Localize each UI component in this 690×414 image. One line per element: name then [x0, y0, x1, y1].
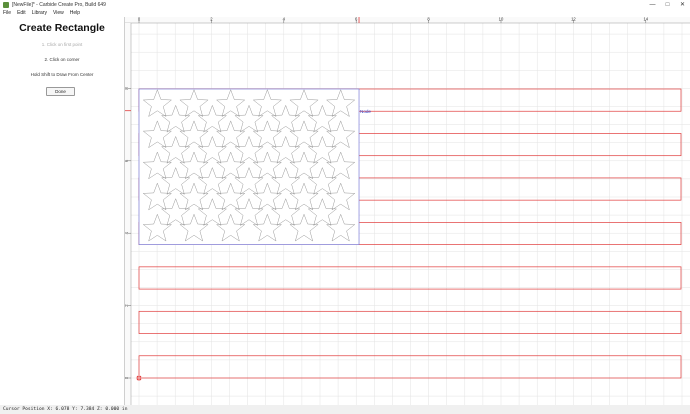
shift-hint: Hold Shift to Draw From Center — [30, 72, 94, 77]
minimize-button[interactable]: — — [645, 0, 660, 9]
maximize-button[interactable]: □ — [660, 0, 675, 9]
app-icon — [3, 1, 9, 8]
top-ruler[interactable]: 0 2 4 6 8 10 12 14 — [125, 17, 690, 24]
menu-bar: File Edit Library View Help — [0, 9, 690, 17]
flag-canton[interactable] — [138, 88, 360, 245]
tool-panel: Create Rectangle 1. Click on first point… — [0, 17, 124, 405]
design-canvas[interactable]: 02468101214 86420 Node — [125, 17, 690, 405]
menu-help[interactable]: Help — [70, 10, 80, 16]
done-button[interactable]: Done — [46, 87, 75, 96]
panel-title: Create Rectangle — [19, 22, 105, 34]
window-title: [NewFile]* - Carbide Create Pro, Build 6… — [12, 1, 106, 8]
step-first-point: 1. Click on first point — [41, 42, 83, 47]
x-tick-label: 12 — [571, 17, 576, 22]
menu-file[interactable]: File — [3, 10, 11, 16]
node-label: Node — [360, 109, 371, 114]
canton-box — [138, 88, 360, 245]
menu-edit[interactable]: Edit — [17, 10, 26, 16]
status-bar: Cursor Position X: 6.078 Y: 7.384 Z: 0.0… — [0, 405, 690, 414]
title-bar: [NewFile]* - Carbide Create Pro, Build 6… — [0, 0, 690, 9]
menu-view[interactable]: View — [53, 10, 64, 16]
cursor-position: Cursor Position X: 6.078 Y: 7.384 Z: 0.0… — [3, 407, 128, 412]
close-button[interactable]: ✕ — [675, 0, 690, 9]
left-ruler-bg — [125, 23, 131, 405]
menu-library[interactable]: Library — [32, 10, 47, 16]
left-ruler[interactable]: 86420 — [125, 23, 132, 405]
step-corner: 2. Click on corner — [44, 57, 80, 62]
x-tick-label: 10 — [499, 17, 504, 22]
x-tick-label: 14 — [643, 17, 648, 22]
